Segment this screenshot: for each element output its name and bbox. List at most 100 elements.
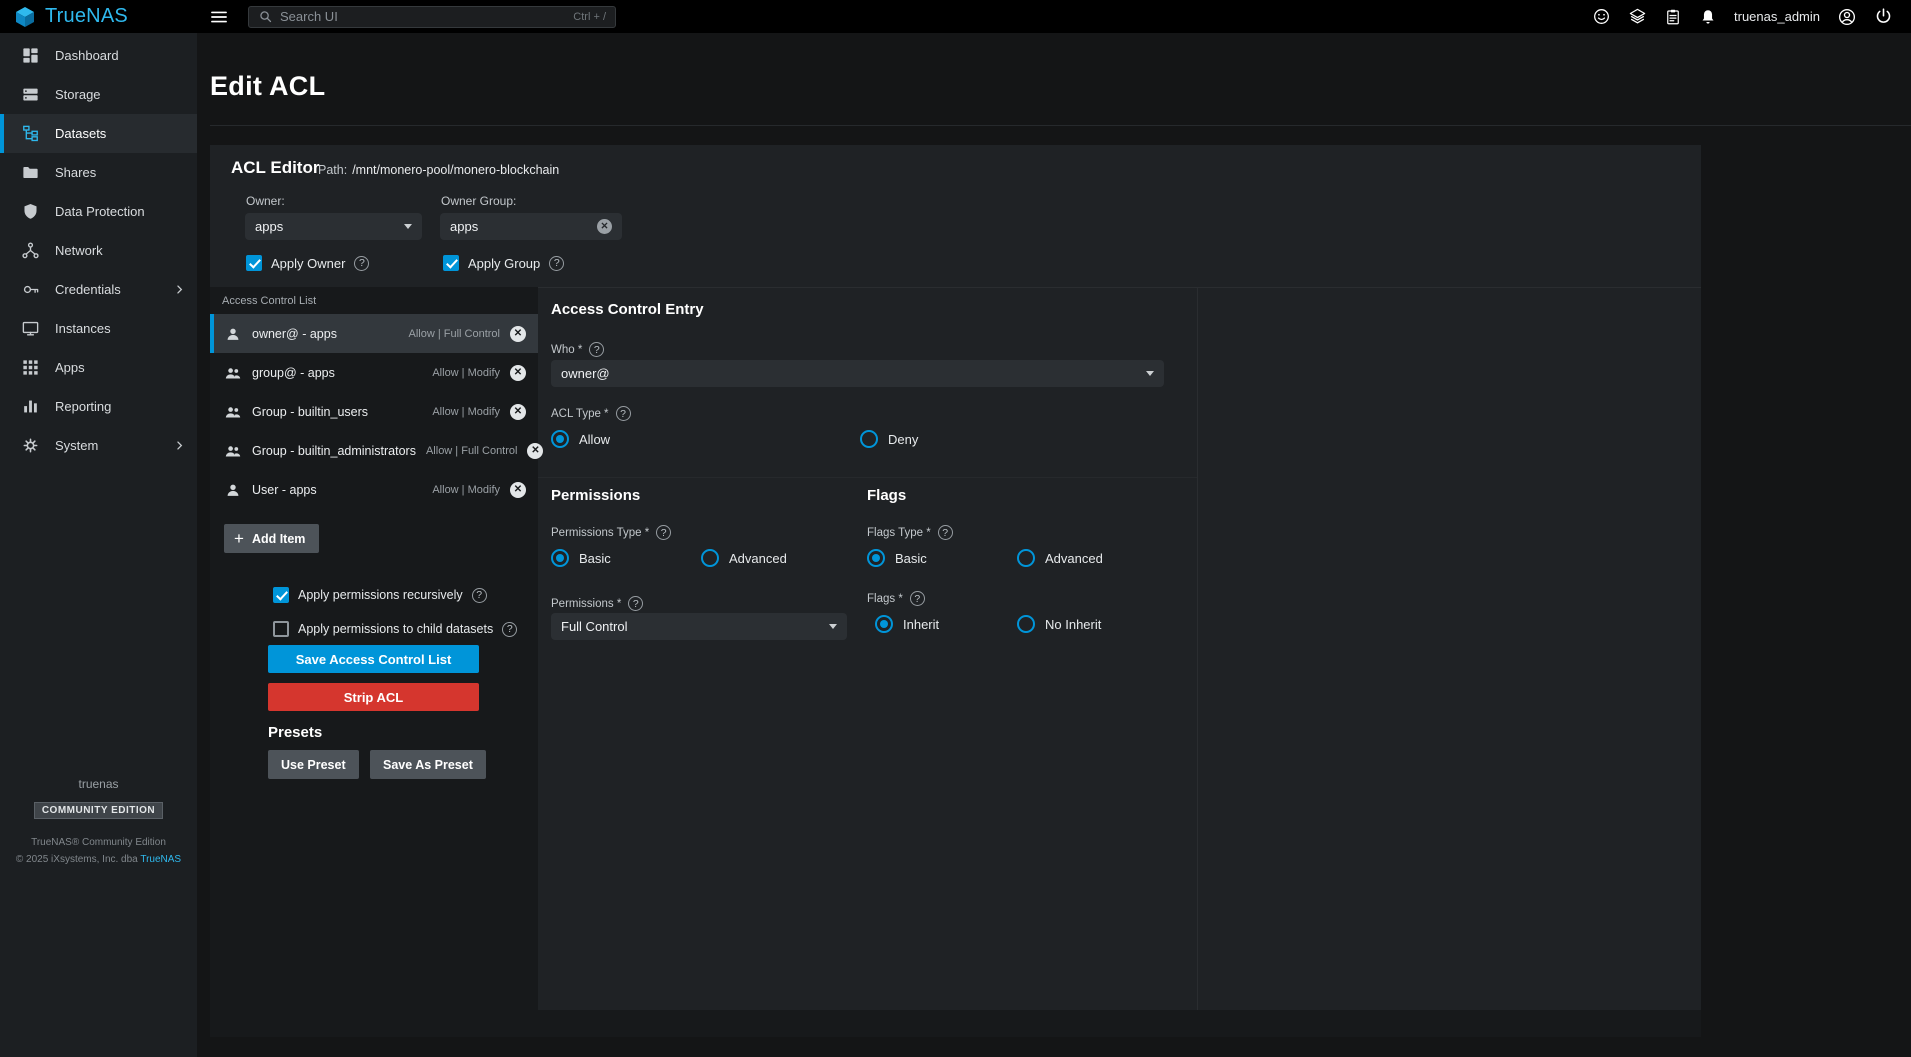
apply-group-row: Apply Group ? — [443, 255, 564, 271]
acl-type-allow-radio[interactable]: Allow — [551, 430, 610, 448]
help-icon[interactable]: ? — [589, 342, 604, 357]
avatar-icon[interactable] — [1837, 7, 1857, 27]
acl-type-label: ACL Type * — [551, 408, 609, 420]
flags-type-basic-radio[interactable]: Basic — [867, 549, 927, 567]
notifications-bell-icon[interactable] — [1699, 8, 1717, 26]
title-divider — [210, 125, 1911, 126]
sidebar-item-network[interactable]: Network — [0, 231, 197, 270]
sidebar-item-data-protection[interactable]: Data Protection — [0, 192, 197, 231]
help-icon[interactable]: ? — [628, 596, 643, 611]
acl-entry-row[interactable]: group@ - apps Allow | Modify ✕ — [210, 353, 538, 392]
sidebar-item-apps[interactable]: Apps — [0, 348, 197, 387]
strip-acl-button[interactable]: Strip ACL — [268, 683, 479, 711]
acl-entry-row[interactable]: Group - builtin_administrators Allow | F… — [210, 431, 538, 470]
help-icon[interactable]: ? — [656, 525, 671, 540]
permissions-type-label: Permissions Type * — [551, 527, 649, 539]
sidebar-item-datasets[interactable]: Datasets — [0, 114, 197, 153]
who-label: Who * — [551, 344, 582, 356]
radio-icon — [1017, 615, 1035, 633]
permissions-type-advanced-radio[interactable]: Advanced — [701, 549, 787, 567]
power-icon[interactable] — [1874, 7, 1893, 26]
sidebar-item-label: Credentials — [55, 282, 121, 297]
footer-edition-line: TrueNAS® Community Edition — [0, 834, 197, 851]
save-as-preset-button[interactable]: Save As Preset — [370, 750, 486, 779]
radio-icon — [860, 430, 878, 448]
sidebar-item-label: Network — [55, 243, 103, 258]
flags-no-inherit-radio[interactable]: No Inherit — [1017, 615, 1101, 633]
flags-inherit-radio[interactable]: Inherit — [875, 615, 939, 633]
feedback-smiley-icon[interactable] — [1592, 7, 1611, 26]
apply-child-datasets-label: Apply permissions to child datasets — [298, 622, 493, 636]
person-icon — [224, 481, 242, 499]
apply-group-checkbox[interactable] — [443, 255, 459, 271]
topbar-actions: truenas_admin — [1592, 7, 1911, 27]
recursive-row: Apply permissions recursively ? — [273, 587, 487, 603]
help-icon[interactable]: ? — [938, 525, 953, 540]
sidebar-item-dashboard[interactable]: Dashboard — [0, 36, 197, 75]
permissions-label-row: Permissions * ? — [551, 596, 643, 611]
bar-chart-icon — [21, 397, 40, 416]
acl-entry-row[interactable]: Group - builtin_users Allow | Modify ✕ — [210, 392, 538, 431]
remove-entry-icon[interactable]: ✕ — [510, 326, 526, 342]
plus-icon: + — [234, 530, 244, 547]
flags-section-title: Flags — [867, 487, 906, 504]
footer-copyright-line: © 2025 iXsystems, Inc. dba TrueNAS — [0, 851, 197, 868]
permissions-select[interactable]: Full Control — [551, 613, 847, 640]
owner-label: Owner: — [246, 194, 285, 208]
save-acl-button[interactable]: Save Access Control List — [268, 645, 479, 673]
help-icon[interactable]: ? — [910, 591, 925, 606]
apply-recursively-checkbox[interactable] — [273, 587, 289, 603]
help-icon[interactable]: ? — [616, 406, 631, 421]
remove-entry-icon[interactable]: ✕ — [510, 404, 526, 420]
footer-brand-link[interactable]: TrueNAS — [140, 854, 181, 865]
horizontal-divider — [538, 477, 1197, 478]
apps-grid-icon — [21, 358, 40, 377]
use-preset-button[interactable]: Use Preset — [268, 750, 359, 779]
remove-entry-icon[interactable]: ✕ — [510, 365, 526, 381]
storage-icon — [21, 85, 40, 104]
help-icon[interactable]: ? — [354, 256, 369, 271]
apply-owner-checkbox[interactable] — [246, 255, 262, 271]
help-icon[interactable]: ? — [472, 588, 487, 603]
flags-type-advanced-radio[interactable]: Advanced — [1017, 549, 1103, 567]
search-shortcut-hint: Ctrl + / — [573, 11, 606, 23]
add-item-button[interactable]: + Add Item — [224, 524, 319, 553]
help-icon[interactable]: ? — [502, 622, 517, 637]
chevron-down-icon — [1146, 371, 1154, 376]
owner-group-label: Owner Group: — [441, 194, 516, 208]
sidebar-item-reporting[interactable]: Reporting — [0, 387, 197, 426]
acl-list-panel: Access Control List owner@ - apps Allow … — [210, 287, 538, 1010]
clipboard-icon[interactable] — [1664, 8, 1682, 26]
owner-group-select[interactable]: apps ✕ — [440, 213, 622, 240]
acl-entry-row[interactable]: User - apps Allow | Modify ✕ — [210, 470, 538, 509]
key-icon — [21, 280, 40, 299]
network-icon — [21, 241, 40, 260]
apply-owner-row: Apply Owner ? — [246, 255, 369, 271]
edition-badge: COMMUNITY EDITION — [34, 802, 163, 819]
who-select[interactable]: owner@ — [551, 360, 1164, 387]
permissions-label: Permissions * — [551, 598, 621, 610]
sidebar-item-system[interactable]: System — [0, 426, 197, 465]
search-input[interactable] — [280, 9, 566, 24]
acl-entry-row[interactable]: owner@ - apps Allow | Full Control ✕ — [210, 314, 538, 353]
owner-select[interactable]: apps — [245, 213, 422, 240]
acl-type-deny-radio[interactable]: Deny — [860, 430, 918, 448]
apply-owner-label: Apply Owner — [271, 256, 345, 271]
truenas-logo[interactable]: TrueNAS — [0, 5, 197, 29]
sidebar-item-credentials[interactable]: Credentials — [0, 270, 197, 309]
sidebar-item-shares[interactable]: Shares — [0, 153, 197, 192]
sidebar-item-instances[interactable]: Instances — [0, 309, 197, 348]
flags-label: Flags * — [867, 593, 903, 605]
main-content: Edit ACL ACL Editor Path:/mnt/monero-poo… — [197, 33, 1911, 1057]
apply-child-datasets-checkbox[interactable] — [273, 621, 289, 637]
sidebar-item-storage[interactable]: Storage — [0, 75, 197, 114]
menu-icon[interactable] — [209, 7, 229, 27]
layers-icon[interactable] — [1628, 7, 1647, 26]
remove-entry-icon[interactable]: ✕ — [510, 482, 526, 498]
chevron-right-icon — [172, 438, 187, 453]
global-search[interactable]: Ctrl + / — [248, 6, 616, 28]
clear-icon[interactable]: ✕ — [597, 219, 612, 234]
help-icon[interactable]: ? — [549, 256, 564, 271]
permissions-type-basic-radio[interactable]: Basic — [551, 549, 611, 567]
person-icon — [224, 325, 242, 343]
